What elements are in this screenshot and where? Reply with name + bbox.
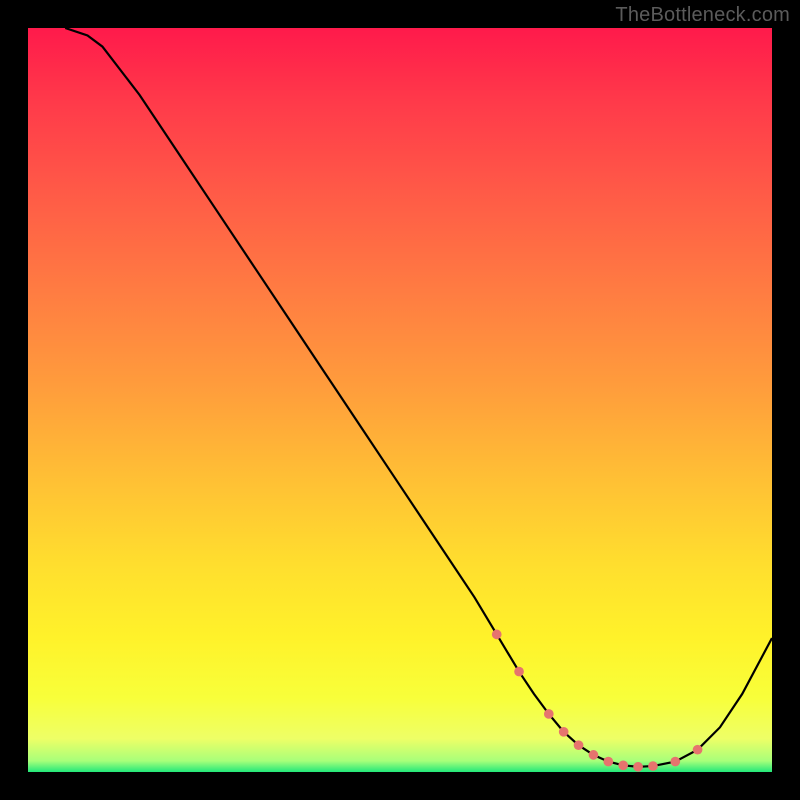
chart-stage: TheBottleneck.com [0, 0, 800, 800]
marker-dot [589, 750, 599, 760]
marker-dot [618, 760, 628, 770]
bottleneck-chart [28, 28, 772, 772]
watermark-text: TheBottleneck.com [615, 4, 790, 27]
marker-dot [559, 727, 569, 737]
marker-dot [544, 709, 554, 719]
marker-dot [648, 761, 658, 771]
marker-dot [693, 745, 703, 755]
marker-dot [574, 740, 584, 750]
marker-dot [603, 757, 613, 767]
gradient-plot-area [28, 28, 772, 772]
marker-dot [514, 667, 524, 677]
marker-dot [670, 757, 680, 767]
marker-dot [492, 630, 502, 640]
marker-dot [633, 762, 643, 772]
